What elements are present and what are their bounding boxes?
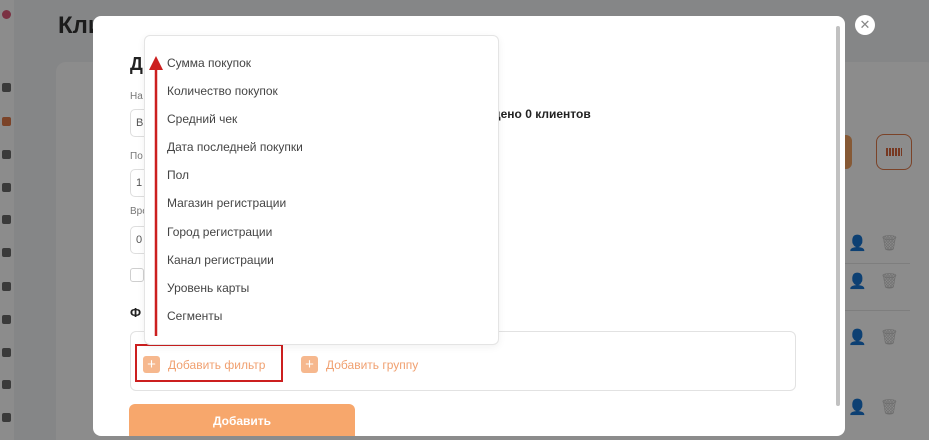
filters-section-title: Ф [130,305,142,320]
annotation-arrow-icon [149,56,163,336]
dropdown-item-registration-store[interactable]: Магазин регистрации [167,196,286,210]
add-filter-button[interactable]: + Добавить фильтр [143,356,265,373]
add-filter-label: Добавить фильтр [168,357,266,372]
dropdown-item-purchase-sum[interactable]: Сумма покупок [167,56,251,70]
modal-scrollbar[interactable] [836,26,840,406]
dropdown-item-gender[interactable]: Пол [167,168,189,182]
found-clients-count: дено 0 клиентов [493,107,591,121]
dropdown-item-last-purchase-date[interactable]: Дата последней покупки [167,140,303,154]
modal-title: Д [130,54,143,74]
dropdown-item-average-check[interactable]: Средний чек [167,112,237,126]
dropdown-item-segments[interactable]: Сегменты [167,309,222,323]
field-label: По [130,151,143,162]
filter-type-dropdown: Сумма покупок Количество покупок Средний… [144,35,499,345]
dropdown-item-registration-city[interactable]: Город регистрации [167,225,272,239]
close-icon[interactable]: ✕ [855,15,875,35]
add-group-label: Добавить группу [326,357,419,372]
name-label: На [130,91,143,102]
submit-button[interactable]: Добавить [129,404,355,436]
dropdown-item-registration-channel[interactable]: Канал регистрации [167,253,274,267]
plus-icon: + [301,356,318,373]
dropdown-item-card-level[interactable]: Уровень карты [167,281,249,295]
add-group-button[interactable]: + Добавить группу [301,356,418,373]
plus-icon: + [143,356,160,373]
dropdown-item-purchase-count[interactable]: Количество покупок [167,84,278,98]
option-checkbox[interactable] [130,268,144,282]
